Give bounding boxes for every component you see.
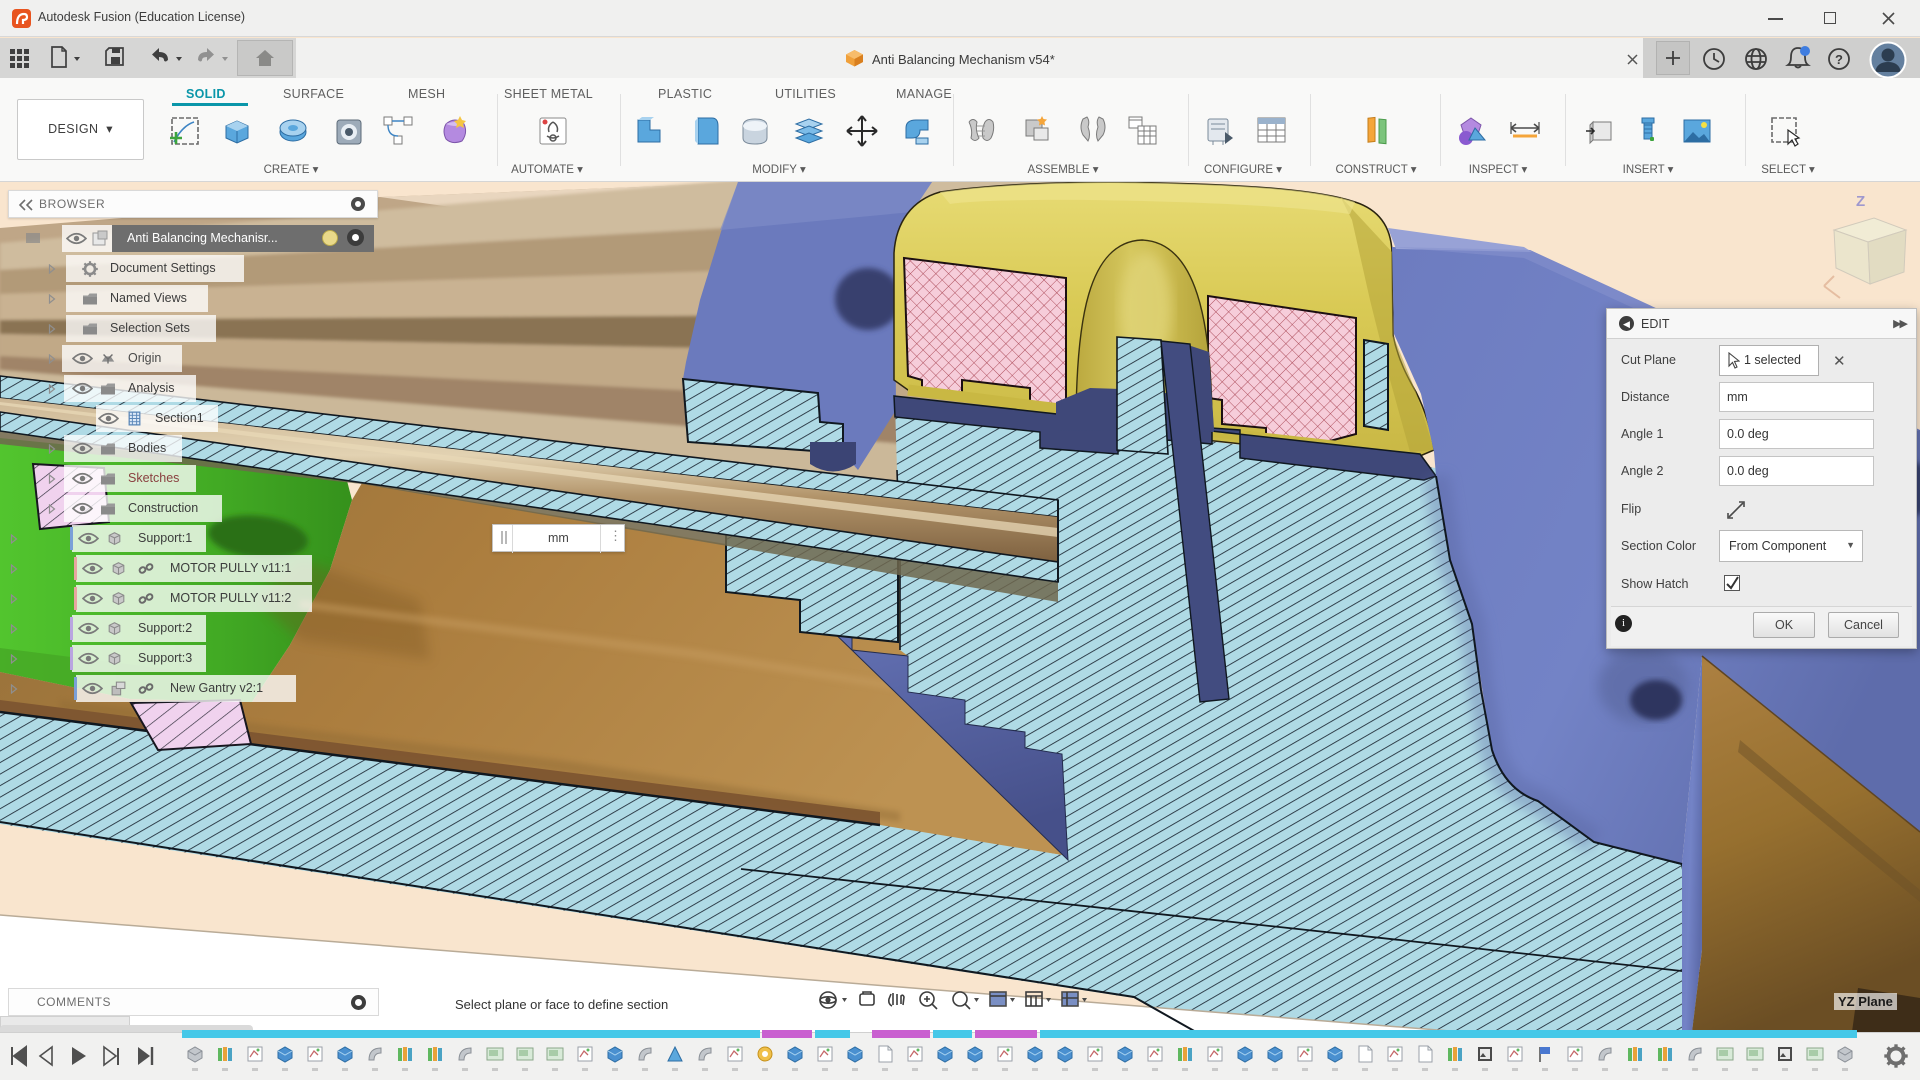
svg-text:?: ?	[1835, 52, 1843, 67]
svg-text:Z: Z	[1856, 193, 1865, 210]
